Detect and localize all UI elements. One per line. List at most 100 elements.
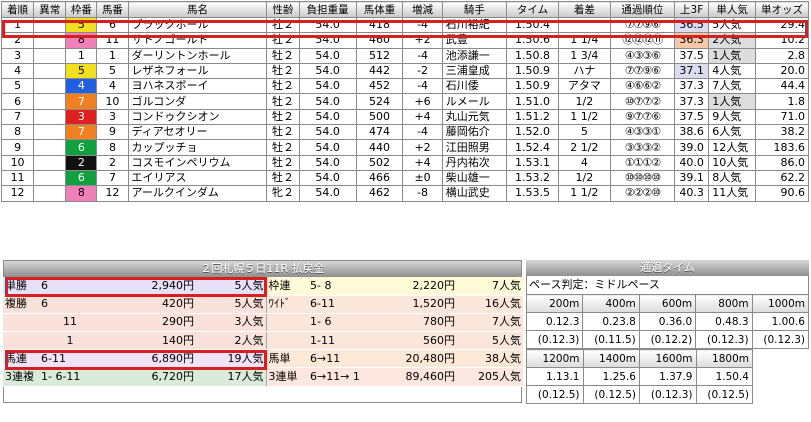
carried-weight: 54.0 [298, 108, 357, 126]
body-weight: 452 [355, 78, 404, 95]
finish-position: 1 [0, 16, 35, 34]
column-header: 馬名 [127, 1, 268, 18]
sanrenpuku-combo: 1- 6-11 [39, 367, 101, 387]
anomaly-cell [33, 108, 67, 126]
body-weight: 462 [355, 185, 404, 202]
weight-diff: +2 [402, 139, 443, 156]
lap-time: (0.12.3) [639, 385, 697, 404]
table-row: 12 8 12 アールクインダム 牝２ 54.0 462 -8 横山武史 1.53.5 1 1/2 ②… [0, 185, 810, 202]
jockey-name: 柴山雄一 [441, 169, 508, 187]
wakuren-pop: 7人気 [457, 277, 523, 296]
umaren-label: 馬連 [3, 349, 39, 369]
jockey-name: ルメール [441, 93, 508, 110]
column-header: 単オッズ [754, 1, 810, 18]
jockey-name: 横山武史 [441, 185, 508, 202]
lap-time: (0.12.5) [695, 385, 753, 404]
sex-age: 牡２ [266, 78, 300, 95]
body-weight: 442 [355, 62, 404, 80]
waku-cell: 7 [65, 93, 98, 110]
column-header: 単人気 [708, 1, 756, 18]
weight-diff: -8 [402, 185, 443, 202]
table-row: 4 5 5 レザネフォール 牡２ 54.0 442 -2 三浦皇成 1.50.9 ハナ ⑦⑦⑨⑥ 37.… [0, 62, 810, 80]
margin: 4 [557, 154, 611, 171]
distance-cell: 1000m [751, 294, 810, 313]
race-time: 1.53.2 [506, 169, 559, 187]
finish-position: 10 [0, 154, 35, 171]
win-odds: 62.2 [754, 169, 810, 187]
race-time: 1.53.5 [506, 185, 559, 202]
table-row: 5 4 4 ヨハネスボーイ 牡２ 54.0 452 -4 石川倭 1.50.9 アタマ ④⑥⑥② 37.… [0, 78, 810, 95]
fukusho-amount: 420円 [101, 295, 196, 314]
last-3f: 36.3 [674, 32, 710, 49]
carried-weight: 54.0 [298, 47, 357, 64]
margin: 1 1/4 [557, 32, 611, 49]
umaren-combo: 6-11 [39, 349, 101, 369]
popularity: 12人気 [708, 139, 756, 156]
jockey-name: 江田照男 [441, 139, 508, 156]
anomaly-cell [33, 139, 67, 156]
column-header: 上3F [674, 1, 710, 18]
sanrenpuku-amount: 6,720円 [101, 367, 196, 387]
margin: 5 [557, 124, 611, 141]
passing-order: ⑨⑦⑦⑥ [609, 108, 676, 126]
carried-weight: 54.0 [298, 124, 357, 141]
passing-time-title: 通過タイム [526, 260, 809, 276]
cumulative-time: 0.48.3 [695, 312, 753, 331]
carried-weight: 54.0 [298, 93, 357, 110]
distance-cell: 800m [695, 294, 753, 313]
jockey-name: 石川裕紀 [441, 16, 508, 34]
wide-pop: 5人気 [457, 331, 523, 351]
body-weight: 524 [355, 93, 404, 110]
body-weight: 418 [355, 16, 404, 34]
payout-panel: ２回札幌５日11R 払戻金 単勝 6 2,940円 5人気 枠連 5- 8 2,… [3, 260, 523, 403]
horse-name: レザネフォール [127, 62, 268, 80]
fukusho-combo: 1 [39, 331, 101, 351]
margin: 2 1/2 [557, 139, 611, 156]
tansho-label: 単勝 [3, 277, 39, 296]
sanrentan-pop: 205人気 [457, 367, 523, 387]
win-odds: 29.4 [754, 16, 810, 34]
wide-combo: 6-11 [308, 295, 370, 314]
body-weight: 512 [355, 47, 404, 64]
last-3f: 40.3 [674, 185, 710, 202]
results-header-row: 着順 異常 枠番 馬番 馬名 性齢 負担重量 馬体重 増減 騎手 タイム 着差 通過順位 上3F 単人気 単オ… [0, 1, 810, 18]
lap-time: (0.12.3) [751, 330, 810, 349]
body-weight: 502 [355, 154, 404, 171]
finish-position: 8 [0, 124, 35, 141]
payout-title: ２回札幌５日11R 払戻金 [4, 261, 521, 277]
passing-order: ①①①② [609, 154, 676, 171]
horse-name: コスモインペリウム [127, 154, 268, 171]
win-odds: 183.6 [754, 139, 810, 156]
carried-weight: 54.0 [298, 32, 357, 49]
race-time: 1.50.9 [506, 78, 559, 95]
weight-diff: +2 [402, 32, 443, 49]
results-body: 1 5 6 ブラックホール 牡２ 54.0 418 -4 石川裕紀 1.50.4 ⑦⑦⑨⑥ 36.5 5… [0, 16, 810, 202]
pace-judgement: ペース判定：ミドルペース [526, 276, 809, 294]
wakuren-label: 枠連 [265, 277, 308, 296]
waku-cell: 2 [65, 154, 98, 171]
cumulative-time: 1.13.1 [526, 367, 584, 386]
race-time: 1.50.4 [506, 16, 559, 34]
table-row: 8 7 9 ディアセオリー 牡２ 54.0 474 -4 藤岡佑介 1.52.0 5 ④③③① 38.6… [0, 124, 810, 141]
weight-diff: -4 [402, 124, 443, 141]
passing-order: ⑦⑦⑨⑥ [609, 16, 676, 34]
horse-number: 11 [96, 32, 129, 49]
waku-cell: 8 [65, 32, 98, 49]
carried-weight: 54.0 [298, 16, 357, 34]
jockey-name: 池添謙一 [441, 47, 508, 64]
fukusho-pop: 3人気 [196, 313, 266, 333]
finish-position: 12 [0, 185, 35, 202]
finish-position: 3 [0, 47, 35, 64]
results-table: 着順 異常 枠番 馬番 馬名 性齢 負担重量 馬体重 増減 騎手 タイム 着差 通過順位 上3F 単人気 単オ… [0, 1, 810, 202]
split-row: (0.12.5) (0.12.5) (0.12.3) (0.12.5) [526, 385, 753, 404]
popularity: 5人気 [708, 16, 756, 34]
wide-pop: 7人気 [457, 313, 523, 333]
margin [557, 16, 611, 34]
margin: 1/2 [557, 169, 611, 187]
column-header: 着順 [0, 1, 35, 18]
sex-age: 牡２ [266, 169, 300, 187]
fukusho-label: 複勝 [3, 295, 39, 314]
fukusho-pop: 2人気 [196, 331, 266, 351]
passing-order: ②②②⑩ [609, 185, 676, 202]
sex-age: 牡２ [266, 154, 300, 171]
